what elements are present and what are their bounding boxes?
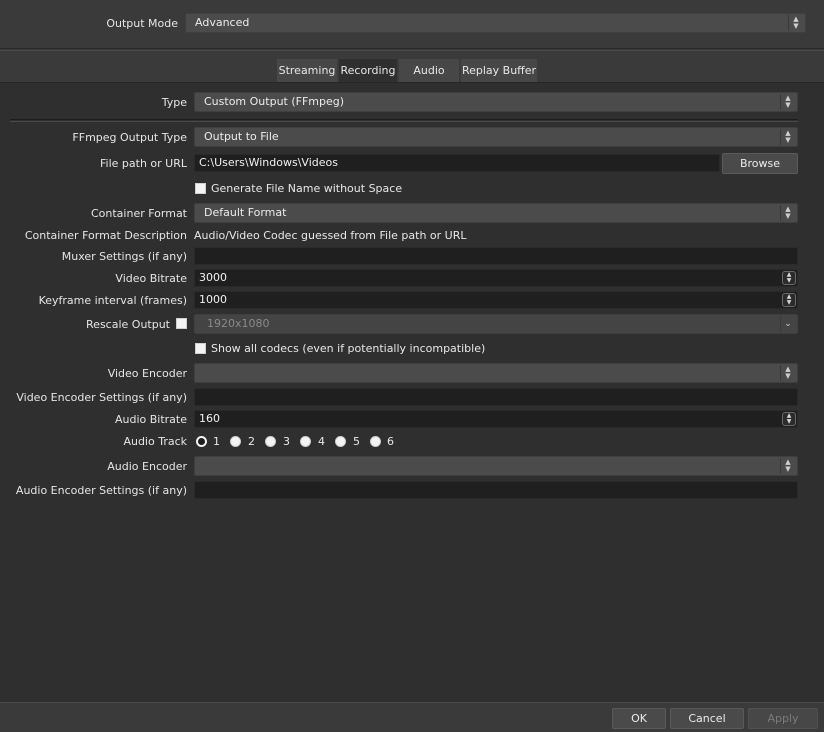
- audio-track-radio-4-label: 4: [318, 435, 325, 448]
- tab-audio[interactable]: Audio: [398, 58, 460, 82]
- muxer-settings-label: Muxer Settings (if any): [61, 250, 187, 263]
- tab-streaming[interactable]: Streaming: [276, 58, 338, 82]
- audio-track-radio-3-label: 3: [283, 435, 290, 448]
- audio-encoder-label: Audio Encoder: [107, 460, 187, 473]
- video-encoder-settings-label: Video Encoder Settings (if any): [16, 391, 187, 404]
- cancel-button-label: Cancel: [688, 712, 726, 725]
- rescale-output-label: Rescale Output: [86, 318, 170, 331]
- audio-bitrate-value: 160: [199, 412, 220, 425]
- generate-filename-label: Generate File Name without Space: [211, 182, 403, 195]
- updown-chevron-icon: ▲ ▼: [780, 365, 795, 381]
- tab-recording[interactable]: Recording: [338, 58, 398, 83]
- audio-track-radio-5[interactable]: [335, 436, 346, 447]
- audio-bitrate-label: Audio Bitrate: [114, 413, 187, 426]
- footer-divider: [0, 702, 824, 703]
- chevron-down-icon: ⌄: [780, 316, 795, 332]
- audio-track-radio-1-label: 1: [213, 435, 220, 448]
- video-encoder-select[interactable]: ▲ ▼: [194, 363, 798, 383]
- keyframe-interval-value: 1000: [199, 293, 227, 306]
- updown-chevron-icon: ▲ ▼: [788, 15, 803, 31]
- rescale-output-value: 1920x1080: [207, 317, 270, 330]
- audio-encoder-select[interactable]: ▲ ▼: [194, 456, 798, 476]
- tab-replay-buffer[interactable]: Replay Buffer: [460, 58, 538, 82]
- ffmpeg-output-type-select[interactable]: Output to File ▲ ▼: [194, 127, 798, 147]
- container-format-description-value: Audio/Video Codec guessed from File path…: [194, 229, 467, 242]
- cancel-button[interactable]: Cancel: [670, 708, 744, 729]
- top-divider: [0, 48, 824, 49]
- generate-filename-checkbox[interactable]: [195, 183, 206, 194]
- section-divider-light: [10, 121, 798, 122]
- container-format-value: Default Format: [204, 206, 287, 219]
- ffmpeg-output-type-value: Output to File: [204, 130, 279, 143]
- keyframe-interval-spinbox[interactable]: 1000 ▲ ▼: [194, 291, 798, 309]
- updown-chevron-icon: ▲ ▼: [780, 205, 795, 221]
- rescale-output-select[interactable]: 1920x1080 ⌄: [194, 314, 798, 334]
- file-path-label: File path or URL: [100, 157, 187, 170]
- audio-track-radio-2-label: 2: [248, 435, 255, 448]
- ffmpeg-output-type-label: FFmpeg Output Type: [72, 131, 187, 144]
- updown-chevron-icon: ▲ ▼: [780, 129, 795, 145]
- container-format-label: Container Format: [90, 207, 187, 220]
- container-format-description-label: Container Format Description: [24, 229, 187, 242]
- audio-track-radio-2[interactable]: [230, 436, 241, 447]
- video-bitrate-label: Video Bitrate: [115, 272, 187, 285]
- type-select[interactable]: Custom Output (FFmpeg) ▲ ▼: [194, 92, 798, 112]
- video-bitrate-spinbox[interactable]: 3000 ▲ ▼: [194, 269, 798, 287]
- video-bitrate-value: 3000: [199, 271, 227, 284]
- keyframe-interval-label: Keyframe interval (frames): [38, 294, 187, 307]
- browse-button-label: Browse: [739, 157, 781, 170]
- apply-button-label: Apply: [767, 712, 799, 725]
- tab-recording-label: Recording: [340, 64, 396, 77]
- top-divider-light: [0, 50, 824, 51]
- type-label: Type: [161, 96, 187, 109]
- ok-button[interactable]: OK: [612, 708, 666, 729]
- ok-button-label: OK: [631, 712, 647, 725]
- audio-track-radio-5-label: 5: [353, 435, 360, 448]
- show-all-codecs-checkbox[interactable]: [195, 343, 206, 354]
- audio-track-radio-1[interactable]: [196, 436, 207, 447]
- updown-chevron-icon: ▲ ▼: [780, 94, 795, 110]
- apply-button[interactable]: Apply: [748, 708, 818, 729]
- video-encoder-settings-input[interactable]: [194, 388, 798, 406]
- audio-track-radio-4[interactable]: [300, 436, 311, 447]
- output-mode-label: Output Mode: [106, 17, 178, 30]
- output-mode-select[interactable]: Advanced ▲ ▼: [185, 13, 806, 33]
- spinner-arrows-icon[interactable]: ▲ ▼: [782, 293, 796, 307]
- audio-track-radio-3[interactable]: [265, 436, 276, 447]
- type-value: Custom Output (FFmpeg): [204, 95, 345, 108]
- muxer-settings-input[interactable]: [194, 247, 798, 265]
- video-encoder-label: Video Encoder: [107, 367, 187, 380]
- audio-bitrate-spinbox[interactable]: 160 ▲ ▼: [194, 410, 798, 428]
- audio-track-radio-6[interactable]: [370, 436, 381, 447]
- tab-replay-buffer-label: Replay Buffer: [461, 64, 537, 77]
- updown-chevron-icon: ▲ ▼: [780, 458, 795, 474]
- show-all-codecs-label: Show all codecs (even if potentially inc…: [211, 342, 486, 355]
- audio-encoder-settings-label: Audio Encoder Settings (if any): [15, 484, 187, 497]
- tab-streaming-label: Streaming: [278, 64, 336, 77]
- output-mode-value: Advanced: [195, 16, 250, 29]
- audio-encoder-settings-input[interactable]: [194, 481, 798, 499]
- file-path-input[interactable]: C:\Users\Windows\Videos: [194, 154, 720, 172]
- rescale-output-checkbox[interactable]: [176, 318, 187, 329]
- container-format-select[interactable]: Default Format ▲ ▼: [194, 203, 798, 223]
- audio-track-label: Audio Track: [123, 435, 187, 448]
- spinner-arrows-icon[interactable]: ▲ ▼: [782, 271, 796, 285]
- section-divider: [10, 119, 798, 120]
- tab-audio-label: Audio: [413, 64, 445, 77]
- audio-track-radio-6-label: 6: [387, 435, 394, 448]
- browse-button[interactable]: Browse: [722, 153, 798, 174]
- spinner-arrows-icon[interactable]: ▲ ▼: [782, 412, 796, 426]
